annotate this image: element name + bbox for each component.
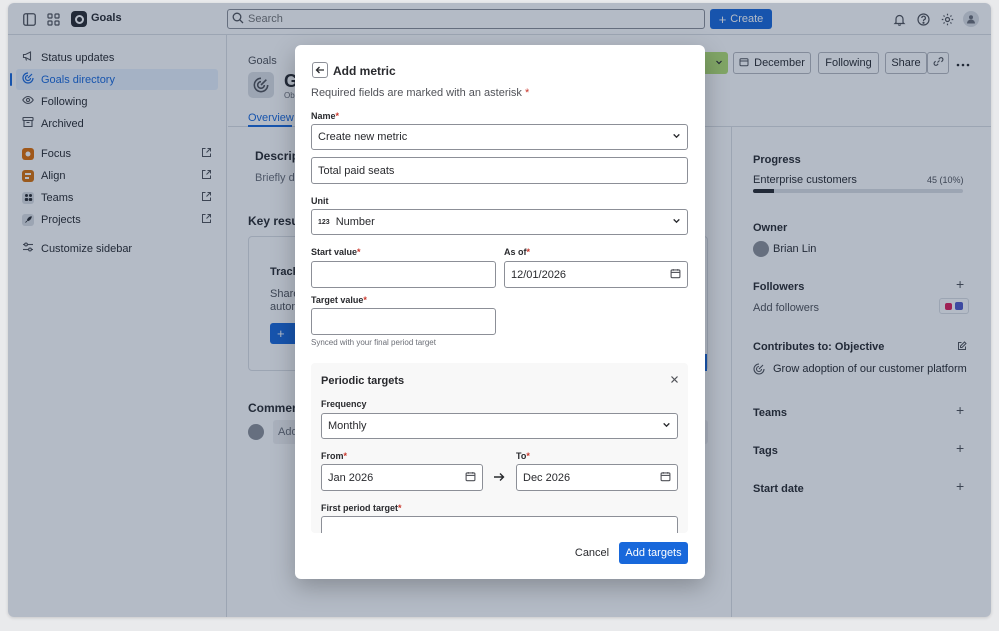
target-helper-text: Synced with your final period target	[311, 338, 436, 347]
required-note: Required fields are marked with an aster…	[311, 87, 530, 99]
back-arrow-icon[interactable]	[312, 62, 328, 78]
calendar-icon[interactable]	[670, 268, 681, 282]
from-label: From*	[321, 451, 348, 461]
arrow-right-icon	[493, 471, 505, 486]
to-label: To*	[516, 451, 530, 461]
first-period-target-input[interactable]	[321, 516, 678, 533]
frequency-label: Frequency	[321, 399, 367, 409]
first-period-label: First period target*	[321, 503, 402, 513]
as-of-label: As of*	[504, 247, 531, 257]
close-icon[interactable]	[670, 375, 679, 387]
calendar-icon[interactable]	[660, 471, 671, 485]
name-select[interactable]: Create new metric	[311, 124, 688, 150]
target-value-label: Target value*	[311, 295, 367, 305]
to-date-input[interactable]: Dec 2026	[516, 464, 678, 491]
target-value-input[interactable]	[311, 308, 496, 335]
periodic-targets-section: Periodic targets Frequency Monthly From*…	[311, 363, 688, 533]
cancel-button[interactable]: Cancel	[567, 542, 617, 564]
periodic-targets-title: Periodic targets	[321, 375, 405, 387]
as-of-date-input[interactable]: 12/01/2026	[504, 261, 688, 288]
name-label: Name*	[311, 111, 340, 121]
number-unit-icon: 123	[318, 218, 330, 226]
start-value-label: Start value*	[311, 247, 361, 257]
app-window: Goals + Create Status updates	[8, 3, 991, 617]
chevron-down-icon	[672, 216, 681, 228]
from-date-input[interactable]: Jan 2026	[321, 464, 483, 491]
frequency-select[interactable]: Monthly	[321, 413, 678, 439]
unit-select[interactable]: 123 Number	[311, 209, 688, 235]
modal-title: Add metric	[333, 64, 396, 78]
metric-name-input[interactable]: Total paid seats	[311, 157, 688, 184]
add-metric-modal: Add metric Required fields are marked wi…	[295, 45, 705, 579]
unit-label: Unit	[311, 196, 329, 206]
chevron-down-icon	[672, 131, 681, 143]
calendar-icon[interactable]	[465, 471, 476, 485]
start-value-input[interactable]	[311, 261, 496, 288]
chevron-down-icon	[662, 420, 671, 432]
add-targets-button[interactable]: Add targets	[619, 542, 688, 564]
